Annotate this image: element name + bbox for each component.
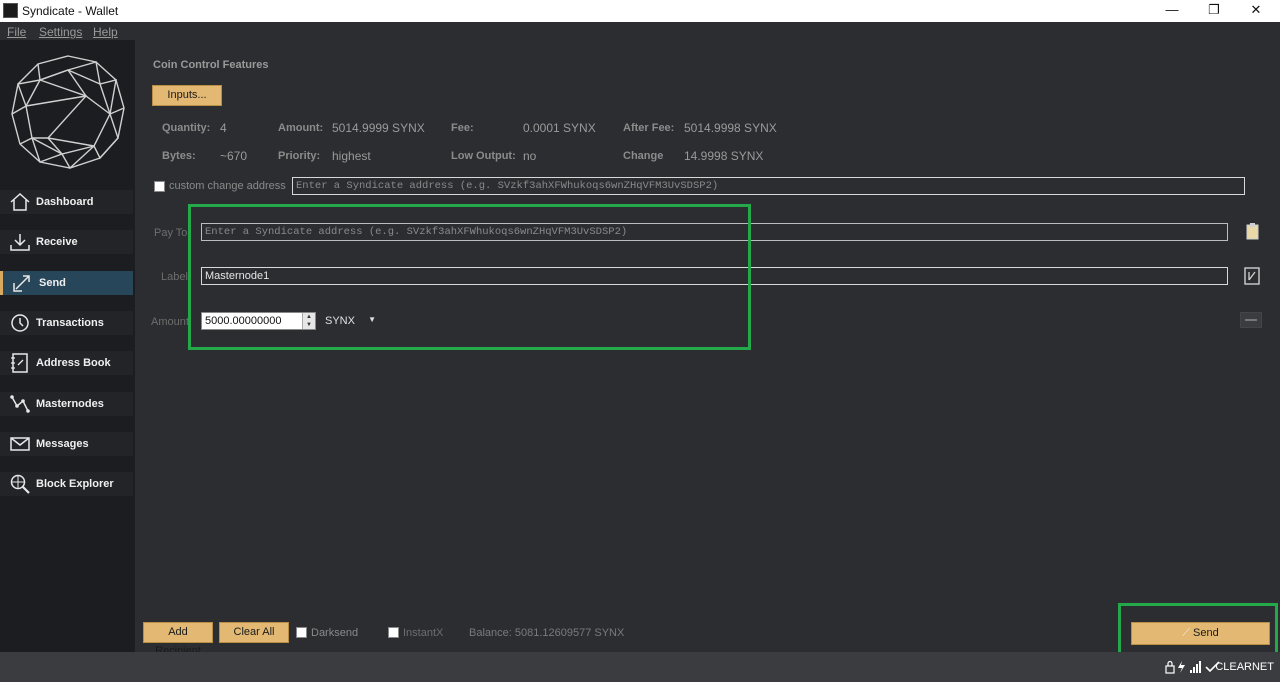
sidebar-item-label: Receive bbox=[36, 236, 78, 248]
menu-help[interactable]: Help bbox=[93, 25, 118, 39]
amount-value: 5014.9999 SYNX bbox=[332, 121, 425, 135]
sidebar-item-label: Send bbox=[39, 277, 66, 289]
amount-field-label: Amount: bbox=[151, 316, 192, 328]
status-bar: CLEARNET bbox=[0, 652, 1280, 682]
envelope-icon bbox=[10, 437, 30, 451]
annotation-highlight-send bbox=[1118, 603, 1278, 658]
bytes-value: ~670 bbox=[220, 149, 248, 163]
network-status: CLEARNET bbox=[1215, 661, 1274, 673]
receive-icon bbox=[10, 234, 30, 251]
sidebar-item-messages[interactable]: Messages bbox=[0, 432, 133, 456]
clock-icon bbox=[11, 314, 29, 332]
change-value: 14.9998 SYNX bbox=[684, 149, 764, 163]
after-fee-label: After Fee: bbox=[623, 122, 675, 134]
pay-to-label: Pay To: bbox=[154, 227, 191, 239]
minus-icon bbox=[1245, 319, 1257, 321]
sidebar-item-block-explorer[interactable]: Block Explorer bbox=[0, 472, 133, 496]
inputs-button[interactable]: Inputs... bbox=[152, 85, 222, 106]
restore-button[interactable]: ❐ bbox=[1194, 0, 1234, 22]
status-icons bbox=[1165, 660, 1220, 674]
bytes-label: Bytes: bbox=[162, 150, 196, 162]
priority-label: Priority: bbox=[278, 150, 321, 162]
address-book-icon bbox=[11, 353, 28, 373]
instantx-checkbox[interactable] bbox=[388, 627, 399, 638]
close-button[interactable]: ✕ bbox=[1236, 0, 1276, 22]
home-icon bbox=[10, 192, 30, 211]
amount-label: Amount: bbox=[278, 122, 324, 134]
darksend-checkbox[interactable] bbox=[296, 627, 307, 638]
sidebar-item-masternodes[interactable]: Masternodes bbox=[0, 392, 133, 416]
sidebar: Dashboard Receive Send Transactions Addr… bbox=[0, 40, 135, 652]
darksend-label: Darksend bbox=[311, 627, 359, 639]
fee-value: 0.0001 SYNX bbox=[523, 121, 596, 135]
sidebar-item-label: Dashboard bbox=[36, 196, 94, 208]
low-output-label: Low Output: bbox=[451, 150, 516, 162]
quantity-value: 4 bbox=[220, 121, 227, 135]
app-icon bbox=[3, 3, 18, 18]
balance-text: Balance: 5081.12609577 SYNX bbox=[469, 627, 625, 639]
custom-change-label: custom change address bbox=[169, 180, 286, 192]
syndicate-logo-icon bbox=[11, 55, 125, 170]
label-label: Label: bbox=[161, 271, 191, 283]
sidebar-item-dashboard[interactable]: Dashboard bbox=[0, 190, 133, 214]
paste-icon[interactable] bbox=[1242, 222, 1262, 242]
low-output-value: no bbox=[523, 149, 537, 163]
sidebar-item-label: Transactions bbox=[36, 317, 104, 329]
sidebar-item-label: Address Book bbox=[36, 357, 111, 369]
sidebar-item-receive[interactable]: Receive bbox=[0, 230, 133, 254]
menu-bar: File Settings Help bbox=[0, 22, 1280, 40]
address-book-icon[interactable] bbox=[1242, 266, 1262, 286]
menu-settings[interactable]: Settings bbox=[39, 25, 82, 39]
custom-change-checkbox[interactable] bbox=[154, 181, 165, 192]
menu-file[interactable]: File bbox=[7, 25, 26, 39]
change-label: Change bbox=[623, 150, 664, 162]
sidebar-item-label: Masternodes bbox=[36, 398, 104, 410]
annotation-highlight-recipient bbox=[188, 204, 751, 350]
after-fee-value: 5014.9998 SYNX bbox=[684, 121, 777, 135]
fee-label: Fee: bbox=[451, 122, 474, 134]
title-bar: Syndicate - Wallet — ❐ ✕ bbox=[0, 0, 1280, 22]
globe-search-icon bbox=[10, 474, 30, 494]
masternodes-icon bbox=[10, 395, 30, 413]
priority-value: highest bbox=[332, 149, 371, 163]
instantx-label: InstantX bbox=[403, 627, 444, 639]
clear-all-button[interactable]: Clear All bbox=[219, 622, 289, 643]
sidebar-item-send[interactable]: Send bbox=[0, 271, 133, 295]
sidebar-item-label: Block Explorer bbox=[36, 478, 114, 490]
add-recipient-button[interactable]: Add Recipient bbox=[143, 622, 213, 657]
coin-control-title: Coin Control Features bbox=[153, 59, 269, 71]
custom-change-address-input[interactable]: Enter a Syndicate address (e.g. SVzkf3ah… bbox=[292, 177, 1245, 195]
delete-entry-button[interactable] bbox=[1240, 312, 1262, 328]
quantity-label: Quantity: bbox=[162, 122, 211, 134]
sidebar-item-address-book[interactable]: Address Book bbox=[0, 351, 133, 375]
sidebar-item-label: Messages bbox=[36, 438, 89, 450]
sidebar-item-transactions[interactable]: Transactions bbox=[0, 311, 133, 335]
minimize-button[interactable]: — bbox=[1152, 0, 1192, 22]
send-icon bbox=[13, 275, 30, 292]
window-title: Syndicate - Wallet bbox=[22, 4, 119, 18]
